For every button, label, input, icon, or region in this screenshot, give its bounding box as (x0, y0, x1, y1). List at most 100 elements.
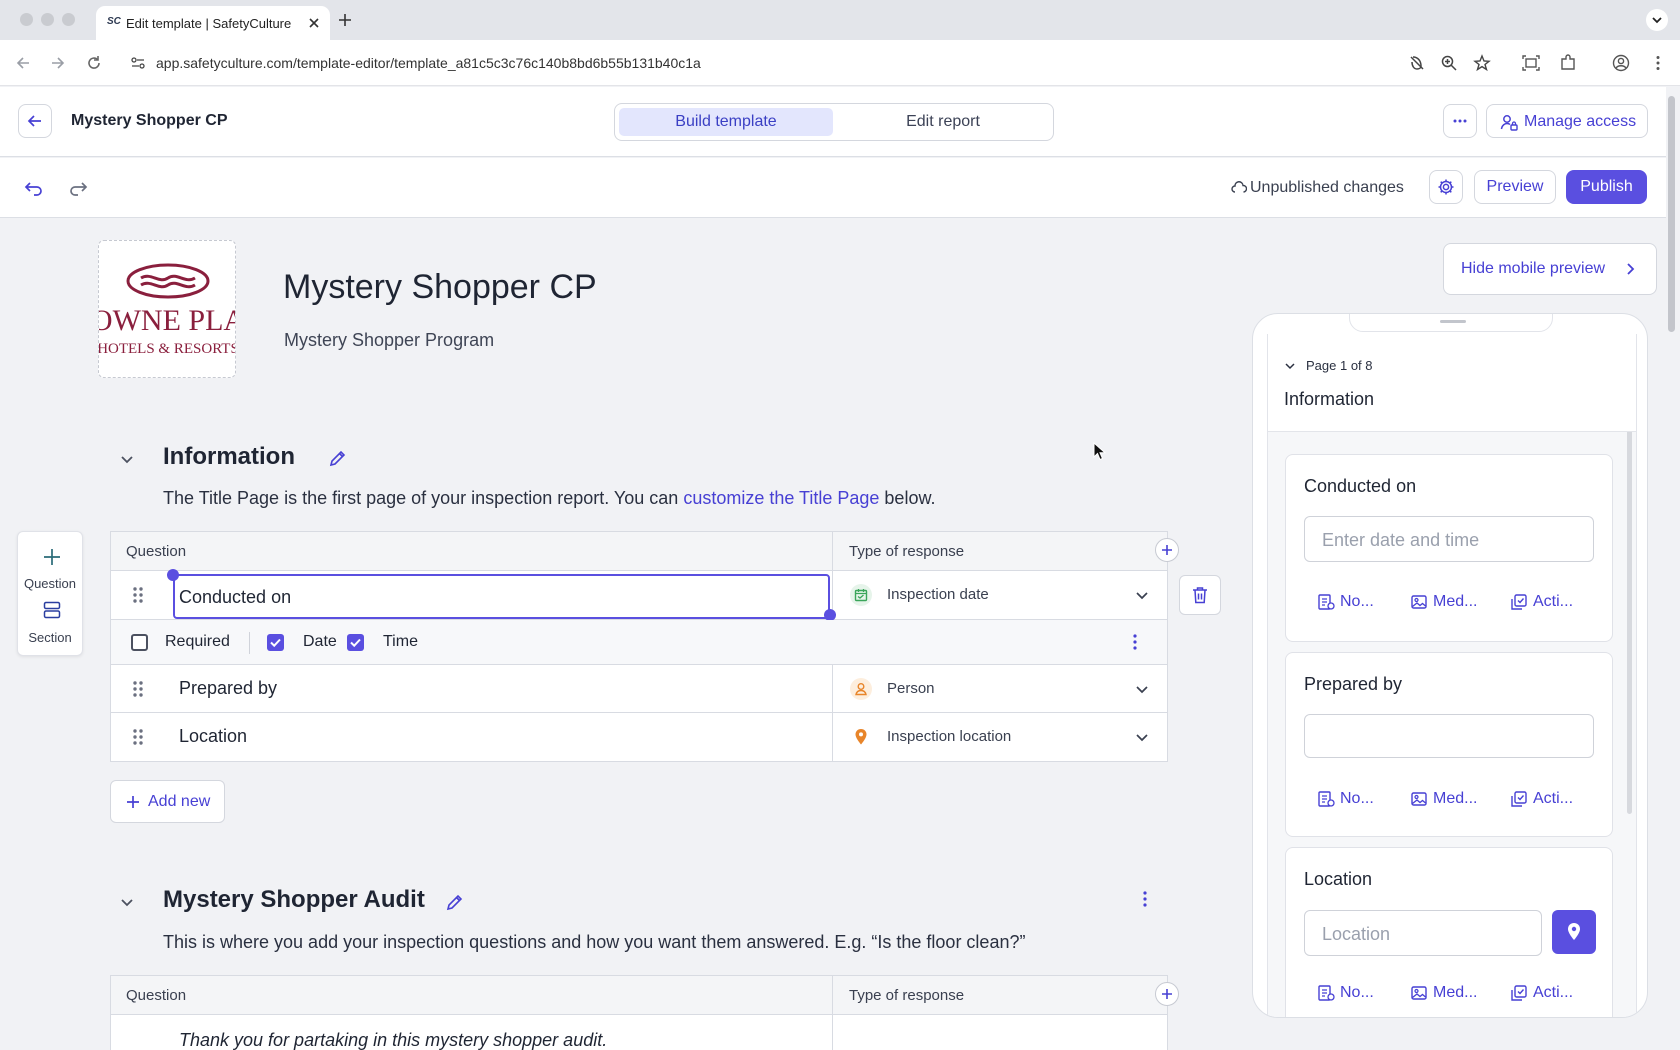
question-text[interactable]: Prepared by (179, 678, 277, 699)
redo-icon[interactable] (68, 178, 88, 198)
mobile-media-action[interactable]: Med... (1410, 591, 1500, 613)
question-text: Conducted on (179, 587, 292, 607)
section-title-mystery-shopper-audit[interactable]: Mystery Shopper Audit (163, 886, 425, 914)
selection-handle-start[interactable] (167, 569, 179, 581)
new-tab-icon[interactable] (336, 11, 354, 29)
question-text[interactable]: Thank you for partaking in this mystery … (179, 1030, 607, 1050)
window-zoom-control[interactable] (62, 13, 75, 26)
crowne-plaza-logo-icon: OWNE PLA HOTELS & RESORTS (99, 263, 235, 357)
question-options-row: Required Date Time (111, 620, 1167, 665)
drag-handle-icon[interactable] (131, 727, 145, 747)
back-button[interactable] (18, 104, 52, 138)
zoom-icon[interactable] (1440, 54, 1458, 72)
table-row[interactable]: Thank you for partaking in this mystery … (111, 1015, 1167, 1050)
section-icon[interactable] (42, 600, 62, 620)
pencil-edit-icon[interactable] (445, 892, 465, 912)
table-row[interactable]: Conducted on Inspection date (111, 569, 1167, 621)
page-scrollbar[interactable] (1668, 96, 1675, 332)
customize-title-page-link[interactable]: customize the Title Page (683, 488, 879, 508)
hide-mobile-preview-button[interactable]: Hide mobile preview (1443, 243, 1657, 295)
section-more-vertical-icon[interactable] (1135, 889, 1155, 909)
mobile-person-input[interactable] (1304, 714, 1594, 758)
browser-tab-active[interactable]: SC Edit template | SafetyCulture (96, 6, 330, 40)
publish-button[interactable]: Publish (1566, 170, 1647, 204)
mobile-action-action[interactable]: Acti... (1510, 591, 1600, 613)
mobile-note-action[interactable]: No... (1317, 591, 1407, 613)
browser-back-icon[interactable] (13, 53, 33, 73)
drag-handle-icon[interactable] (131, 679, 145, 699)
profile-icon[interactable] (1612, 54, 1630, 72)
pencil-edit-icon[interactable] (328, 448, 348, 468)
add-question-plus-icon[interactable] (42, 547, 62, 567)
browser-forward-icon[interactable] (48, 53, 68, 73)
add-question-label[interactable]: Question (18, 576, 82, 591)
mobile-note-action[interactable]: No... (1317, 788, 1407, 810)
document-title[interactable]: Mystery Shopper CP (283, 268, 597, 307)
question-text-input[interactable]: Conducted on (173, 574, 830, 619)
table-row[interactable]: Location Inspection location (111, 713, 1167, 761)
table-row[interactable]: Prepared by Person (111, 665, 1167, 713)
address-bar[interactable]: app.safetyculture.com/template-editor/te… (122, 47, 1420, 79)
mobile-media-action[interactable]: Med... (1410, 982, 1500, 1004)
date-checkbox[interactable] (267, 634, 284, 651)
more-vertical-icon[interactable] (1125, 632, 1145, 652)
question-text[interactable]: Location (179, 726, 247, 747)
tab-edit-report[interactable]: Edit report (837, 108, 1049, 136)
window-close-control[interactable] (20, 13, 33, 26)
chevron-down-icon[interactable] (1284, 360, 1296, 372)
tracking-protection-icon[interactable] (1408, 54, 1426, 72)
required-checkbox[interactable] (131, 634, 148, 651)
add-response-column-button[interactable] (1155, 982, 1179, 1006)
mobile-locate-button[interactable] (1552, 910, 1596, 954)
required-label: Required (165, 633, 230, 650)
tab-build-template[interactable]: Build template (619, 108, 833, 136)
description-text: The Title Page is the first page of your… (163, 488, 684, 508)
chevron-down-icon[interactable] (1134, 681, 1150, 697)
add-section-label[interactable]: Section (18, 630, 82, 645)
undo-icon[interactable] (24, 178, 44, 198)
browser-menu-icon[interactable] (1649, 54, 1667, 72)
mobile-location-input[interactable]: Location (1304, 910, 1542, 956)
response-type-label: Inspection location (887, 728, 1012, 745)
mobile-media-action[interactable]: Med... (1410, 788, 1500, 810)
mobile-media-label: Med... (1433, 984, 1478, 1001)
drag-handle-icon[interactable] (131, 585, 145, 605)
bookmark-star-icon[interactable] (1473, 54, 1491, 72)
action-check-icon (1511, 594, 1527, 610)
mobile-input-placeholder: Enter date and time (1322, 530, 1480, 550)
add-new-button[interactable]: Add new (110, 780, 225, 823)
action-check-icon (1511, 985, 1527, 1001)
reload-icon[interactable] (84, 53, 104, 73)
mobile-media-label: Med... (1433, 790, 1478, 807)
mobile-question-label: Prepared by (1304, 674, 1403, 694)
calendar-icon (850, 584, 872, 606)
chevron-down-icon[interactable] (1134, 587, 1150, 603)
mobile-action-action[interactable]: Acti... (1510, 982, 1600, 1004)
screenshot-icon[interactable] (1522, 54, 1540, 72)
delete-question-button[interactable] (1179, 575, 1221, 615)
window-minimize-control[interactable] (41, 13, 54, 26)
site-info-icon[interactable] (130, 55, 146, 71)
mobile-action-action[interactable]: Acti... (1510, 788, 1600, 810)
settings-button[interactable] (1429, 170, 1463, 204)
mouse-cursor-icon (1093, 442, 1107, 461)
mobile-note-action[interactable]: No... (1317, 982, 1407, 1004)
chevron-down-icon[interactable] (1134, 729, 1150, 745)
collapse-section-icon[interactable] (117, 892, 137, 912)
mobile-date-input[interactable]: Enter date and time (1304, 516, 1594, 562)
section-title-information[interactable]: Information (163, 443, 295, 471)
more-options-button[interactable] (1443, 104, 1477, 138)
preview-button[interactable]: Preview (1474, 170, 1556, 204)
manage-access-button[interactable]: Manage access (1486, 104, 1648, 138)
column-header-response: Type of response (849, 543, 965, 560)
tab-search-button[interactable] (1646, 9, 1668, 31)
time-checkbox[interactable] (347, 634, 364, 651)
document-subtitle[interactable]: Mystery Shopper Program (284, 330, 494, 351)
question-table-audit: Question Type of response Thank you for … (110, 975, 1179, 1050)
add-response-column-button[interactable] (1155, 538, 1179, 562)
close-tab-icon[interactable] (306, 15, 322, 31)
collapse-section-icon[interactable] (117, 449, 137, 469)
template-logo[interactable]: OWNE PLA HOTELS & RESORTS (98, 240, 236, 378)
extensions-icon[interactable] (1559, 54, 1577, 72)
person-icon (850, 678, 872, 700)
